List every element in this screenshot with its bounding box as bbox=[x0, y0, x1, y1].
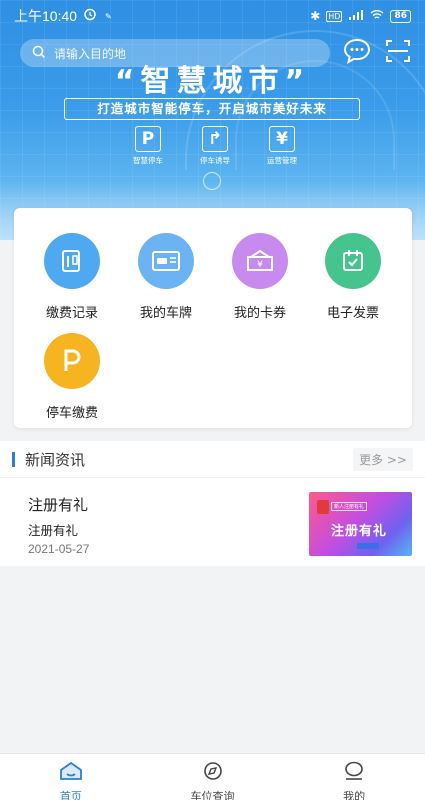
payment-record-icon bbox=[44, 233, 100, 289]
banner-indicator bbox=[203, 172, 221, 190]
hero-banner bbox=[0, 0, 425, 240]
yuan-icon: ¥ bbox=[269, 126, 295, 152]
status-bar: 上午10:40 ✎ ✱ HD 86 bbox=[0, 0, 425, 32]
parking-pay-icon bbox=[44, 333, 100, 389]
news-list-item[interactable]: 注册有礼 注册有礼 2021-05-27 新人注册有礼 注册有礼 bbox=[0, 478, 425, 566]
svg-text:¥: ¥ bbox=[257, 260, 263, 270]
news-section-header: 新闻资讯 更多 >> bbox=[0, 441, 425, 477]
function-parking-pay[interactable]: 停车缴费 bbox=[26, 333, 118, 421]
banner-subtitle: 打造城市智能停车，开启城市美好未来 bbox=[64, 98, 360, 120]
status-time: 上午10:40 bbox=[14, 8, 78, 24]
news-item-summary: 注册有礼 bbox=[28, 523, 79, 538]
section-accent-bar bbox=[12, 451, 15, 467]
function-payment-record[interactable]: 缴费记录 bbox=[26, 233, 118, 321]
signal-dot-icon: ✎ bbox=[105, 11, 112, 21]
tab-parking-search[interactable]: 车位查询 bbox=[142, 754, 284, 800]
thumbnail-tag: 新人注册有礼 bbox=[331, 502, 368, 511]
tab-home[interactable]: 首页 bbox=[0, 754, 142, 800]
thumbnail-button-graphic bbox=[357, 543, 379, 549]
tab-profile[interactable]: 我的 bbox=[283, 754, 425, 800]
bottom-tab-bar: 首页 车位查询 我的 bbox=[0, 753, 425, 800]
function-label: 电子发票 bbox=[326, 306, 379, 321]
function-label: 我的车牌 bbox=[139, 306, 192, 321]
invoice-icon bbox=[325, 233, 381, 289]
direction-icon: ↱ bbox=[202, 126, 228, 152]
banner-feature-label: 运营管理 bbox=[267, 156, 297, 165]
news-section-title: 新闻资讯 bbox=[25, 450, 86, 469]
alarm-icon bbox=[83, 7, 97, 25]
compass-icon bbox=[202, 761, 224, 785]
banner-feature-operation: ¥ 运营管理 bbox=[254, 126, 310, 166]
news-more-link[interactable]: 更多 >> bbox=[353, 447, 413, 471]
cell-signal-icon bbox=[348, 9, 364, 24]
function-coupon[interactable]: ¥ 我的卡券 bbox=[214, 233, 306, 321]
home-icon bbox=[59, 761, 83, 785]
banner-feature-parking: P 智慧停车 bbox=[120, 126, 176, 166]
coupon-icon: ¥ bbox=[232, 233, 288, 289]
status-right-group: ✱ HD 86 bbox=[310, 9, 411, 24]
license-plate-icon bbox=[138, 233, 194, 289]
tab-label: 车位查询 bbox=[190, 790, 235, 800]
function-label: 我的卡券 bbox=[233, 306, 286, 321]
banner-feature-guidance: ↱ 停车诱导 bbox=[187, 126, 243, 166]
banner-feature-label: 停车诱导 bbox=[200, 156, 230, 165]
news-item-date: 2021-05-27 bbox=[28, 542, 90, 556]
tab-label: 我的 bbox=[343, 790, 366, 800]
tab-label: 首页 bbox=[59, 790, 82, 800]
news-item-thumbnail: 新人注册有礼 注册有礼 bbox=[309, 492, 412, 556]
parking-icon: P bbox=[135, 126, 161, 152]
thumbnail-text: 注册有礼 bbox=[331, 524, 388, 539]
battery-indicator: 86 bbox=[390, 9, 411, 23]
function-label: 缴费记录 bbox=[45, 306, 98, 321]
banner-feature-row: P 智慧停车 ↱ 停车诱导 ¥ 运营管理 bbox=[120, 126, 310, 166]
red-envelope-icon bbox=[317, 500, 329, 514]
banner-feature-label: 智慧停车 bbox=[133, 156, 163, 165]
profile-icon bbox=[343, 761, 365, 785]
bluetooth-icon: ✱ bbox=[310, 9, 321, 23]
wifi-icon bbox=[370, 9, 384, 24]
banner-slogan: “智慧城市” bbox=[114, 64, 311, 99]
function-invoice[interactable]: 电子发票 bbox=[307, 233, 399, 321]
function-license-plate[interactable]: 我的车牌 bbox=[120, 233, 212, 321]
hd-icon: HD bbox=[326, 10, 343, 22]
news-item-title: 注册有礼 bbox=[28, 496, 89, 514]
function-label: 停车缴费 bbox=[45, 406, 98, 421]
function-card: 缴费记录 我的车牌 ¥ 我的卡券 电子发票 停车缴费 bbox=[14, 208, 412, 428]
